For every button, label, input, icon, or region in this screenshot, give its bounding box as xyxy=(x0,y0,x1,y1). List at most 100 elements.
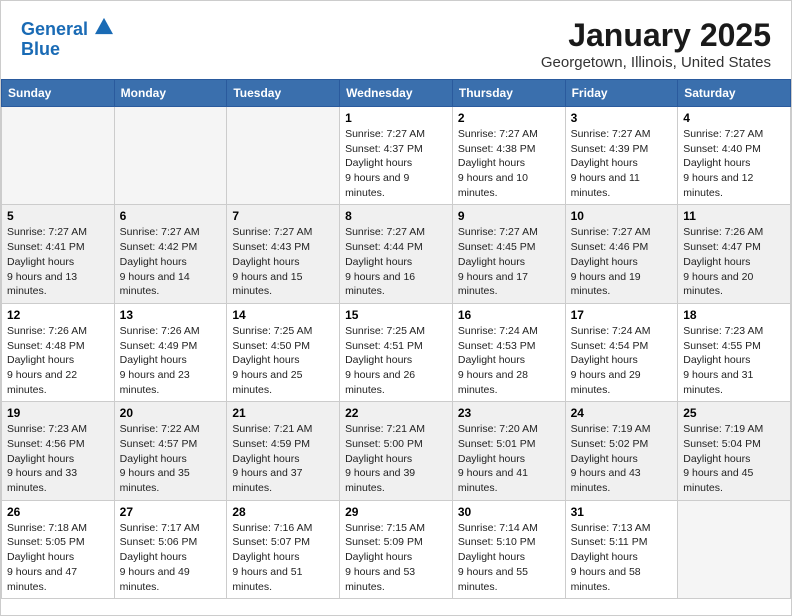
day-number: 9 xyxy=(458,209,560,223)
day-info: Sunrise: 7:23 AMSunset: 4:56 PMDaylight … xyxy=(7,422,109,495)
calendar-table: SundayMondayTuesdayWednesdayThursdayFrid… xyxy=(1,79,791,599)
day-number: 23 xyxy=(458,406,560,420)
day-info: Sunrise: 7:24 AMSunset: 4:53 PMDaylight … xyxy=(458,324,560,397)
day-info: Sunrise: 7:26 AMSunset: 4:47 PMDaylight … xyxy=(683,225,785,298)
day-info: Sunrise: 7:26 AMSunset: 4:48 PMDaylight … xyxy=(7,324,109,397)
calendar-cell xyxy=(678,500,791,598)
day-number: 29 xyxy=(345,505,447,519)
calendar-cell: 25 Sunrise: 7:19 AMSunset: 5:04 PMDayligh… xyxy=(678,402,791,500)
day-info: Sunrise: 7:27 AMSunset: 4:39 PMDaylight … xyxy=(571,127,673,200)
calendar-cell: 30 Sunrise: 7:14 AMSunset: 5:10 PMDayligh… xyxy=(452,500,565,598)
day-info: Sunrise: 7:20 AMSunset: 5:01 PMDaylight … xyxy=(458,422,560,495)
weekday-header-row: SundayMondayTuesdayWednesdayThursdayFrid… xyxy=(2,80,791,107)
day-info: Sunrise: 7:24 AMSunset: 4:54 PMDaylight … xyxy=(571,324,673,397)
day-number: 20 xyxy=(120,406,222,420)
calendar-cell: 12 Sunrise: 7:26 AMSunset: 4:48 PMDayligh… xyxy=(2,303,115,401)
day-info: Sunrise: 7:16 AMSunset: 5:07 PMDaylight … xyxy=(232,521,334,594)
calendar-cell xyxy=(2,107,115,205)
weekday-header-monday: Monday xyxy=(114,80,227,107)
calendar-cell: 8Sunrise: 7:27 AMSunset: 4:44 PMDaylight… xyxy=(340,205,453,303)
day-info: Sunrise: 7:13 AMSunset: 5:11 PMDaylight … xyxy=(571,521,673,594)
day-number: 12 xyxy=(7,308,109,322)
calendar-cell: 28Sunrise: 7:16 AMSunset: 5:07 PMDayligh… xyxy=(227,500,340,598)
logo-blue: Blue xyxy=(21,39,60,59)
calendar-cell: 19 Sunrise: 7:23 AMSunset: 4:56 PMDayligh… xyxy=(2,402,115,500)
calendar-cell: 5 Sunrise: 7:27 AMSunset: 4:41 PMDaylight… xyxy=(2,205,115,303)
day-info: Sunrise: 7:17 AMSunset: 5:06 PMDaylight … xyxy=(120,521,222,594)
day-info: Sunrise: 7:25 AMSunset: 4:50 PMDaylight … xyxy=(232,324,334,397)
calendar-cell: 17Sunrise: 7:24 AMSunset: 4:54 PMDayligh… xyxy=(565,303,678,401)
day-info: Sunrise: 7:27 AMSunset: 4:37 PMDaylight … xyxy=(345,127,447,200)
day-number: 22 xyxy=(345,406,447,420)
calendar-cell: 1 Sunrise: 7:27 AMSunset: 4:37 PMDaylight… xyxy=(340,107,453,205)
calendar-cell: 24Sunrise: 7:19 AMSunset: 5:02 PMDayligh… xyxy=(565,402,678,500)
day-info: Sunrise: 7:27 AMSunset: 4:41 PMDaylight … xyxy=(7,225,109,298)
day-number: 2 xyxy=(458,111,560,125)
logo-text: General Blue xyxy=(21,17,113,60)
week-row-1: 1 Sunrise: 7:27 AMSunset: 4:37 PMDaylight… xyxy=(2,107,791,205)
weekday-header-wednesday: Wednesday xyxy=(340,80,453,107)
weekday-header-tuesday: Tuesday xyxy=(227,80,340,107)
weekday-header-friday: Friday xyxy=(565,80,678,107)
day-number: 13 xyxy=(120,308,222,322)
calendar-page: General Blue January 2025 Georgetown, Il… xyxy=(0,0,792,616)
day-info: Sunrise: 7:21 AMSunset: 5:00 PMDaylight … xyxy=(345,422,447,495)
day-info: Sunrise: 7:25 AMSunset: 4:51 PMDaylight … xyxy=(345,324,447,397)
calendar-cell: 7Sunrise: 7:27 AMSunset: 4:43 PMDaylight… xyxy=(227,205,340,303)
calendar-cell: 15Sunrise: 7:25 AMSunset: 4:51 PMDayligh… xyxy=(340,303,453,401)
day-info: Sunrise: 7:26 AMSunset: 4:49 PMDaylight … xyxy=(120,324,222,397)
day-number: 11 xyxy=(683,209,785,223)
calendar-cell: 10 Sunrise: 7:27 AMSunset: 4:46 PMDayligh… xyxy=(565,205,678,303)
day-number: 18 xyxy=(683,308,785,322)
calendar-cell: 21 Sunrise: 7:21 AMSunset: 4:59 PMDayligh… xyxy=(227,402,340,500)
calendar-cell: 2 Sunrise: 7:27 AMSunset: 4:38 PMDaylight… xyxy=(452,107,565,205)
day-number: 16 xyxy=(458,308,560,322)
calendar-cell: 4Sunrise: 7:27 AMSunset: 4:40 PMDaylight… xyxy=(678,107,791,205)
day-info: Sunrise: 7:19 AMSunset: 5:04 PMDaylight … xyxy=(683,422,785,495)
logo-general: General xyxy=(21,19,88,39)
day-info: Sunrise: 7:19 AMSunset: 5:02 PMDaylight … xyxy=(571,422,673,495)
day-info: Sunrise: 7:27 AMSunset: 4:42 PMDaylight … xyxy=(120,225,222,298)
day-info: Sunrise: 7:27 AMSunset: 4:46 PMDaylight … xyxy=(571,225,673,298)
day-number: 27 xyxy=(120,505,222,519)
day-info: Sunrise: 7:27 AMSunset: 4:38 PMDaylight … xyxy=(458,127,560,200)
day-number: 19 xyxy=(7,406,109,420)
month-title: January 2025 xyxy=(541,17,771,54)
calendar-cell: 20 Sunrise: 7:22 AMSunset: 4:57 PMDayligh… xyxy=(114,402,227,500)
calendar-cell xyxy=(227,107,340,205)
day-number: 26 xyxy=(7,505,109,519)
day-info: Sunrise: 7:27 AMSunset: 4:44 PMDaylight … xyxy=(345,225,447,298)
calendar-cell: 3 Sunrise: 7:27 AMSunset: 4:39 PMDaylight… xyxy=(565,107,678,205)
day-number: 30 xyxy=(458,505,560,519)
location-title: Georgetown, Illinois, United States xyxy=(541,54,771,71)
weekday-header-thursday: Thursday xyxy=(452,80,565,107)
day-number: 21 xyxy=(232,406,334,420)
day-number: 3 xyxy=(571,111,673,125)
day-info: Sunrise: 7:14 AMSunset: 5:10 PMDaylight … xyxy=(458,521,560,594)
header: General Blue January 2025 Georgetown, Il… xyxy=(1,1,791,79)
day-number: 4 xyxy=(683,111,785,125)
day-info: Sunrise: 7:23 AMSunset: 4:55 PMDaylight … xyxy=(683,324,785,397)
calendar-cell: 11 Sunrise: 7:26 AMSunset: 4:47 PMDayligh… xyxy=(678,205,791,303)
calendar-cell: 26Sunrise: 7:18 AMSunset: 5:05 PMDayligh… xyxy=(2,500,115,598)
day-info: Sunrise: 7:27 AMSunset: 4:45 PMDaylight … xyxy=(458,225,560,298)
day-number: 5 xyxy=(7,209,109,223)
week-row-2: 5 Sunrise: 7:27 AMSunset: 4:41 PMDaylight… xyxy=(2,205,791,303)
day-info: Sunrise: 7:22 AMSunset: 4:57 PMDaylight … xyxy=(120,422,222,495)
day-number: 14 xyxy=(232,308,334,322)
calendar-cell: 22 Sunrise: 7:21 AMSunset: 5:00 PMDayligh… xyxy=(340,402,453,500)
day-number: 7 xyxy=(232,209,334,223)
day-number: 10 xyxy=(571,209,673,223)
calendar-cell: 14 Sunrise: 7:25 AMSunset: 4:50 PMDayligh… xyxy=(227,303,340,401)
calendar-cell: 23 Sunrise: 7:20 AMSunset: 5:01 PMDayligh… xyxy=(452,402,565,500)
day-info: Sunrise: 7:21 AMSunset: 4:59 PMDaylight … xyxy=(232,422,334,495)
day-number: 25 xyxy=(683,406,785,420)
week-row-4: 19 Sunrise: 7:23 AMSunset: 4:56 PMDayligh… xyxy=(2,402,791,500)
calendar-cell: 18 Sunrise: 7:23 AMSunset: 4:55 PMDayligh… xyxy=(678,303,791,401)
calendar-cell: 27 Sunrise: 7:17 AMSunset: 5:06 PMDayligh… xyxy=(114,500,227,598)
day-number: 1 xyxy=(345,111,447,125)
day-info: Sunrise: 7:15 AMSunset: 5:09 PMDaylight … xyxy=(345,521,447,594)
calendar-cell: 29 Sunrise: 7:15 AMSunset: 5:09 PMDayligh… xyxy=(340,500,453,598)
week-row-3: 12 Sunrise: 7:26 AMSunset: 4:48 PMDayligh… xyxy=(2,303,791,401)
week-row-5: 26Sunrise: 7:18 AMSunset: 5:05 PMDayligh… xyxy=(2,500,791,598)
